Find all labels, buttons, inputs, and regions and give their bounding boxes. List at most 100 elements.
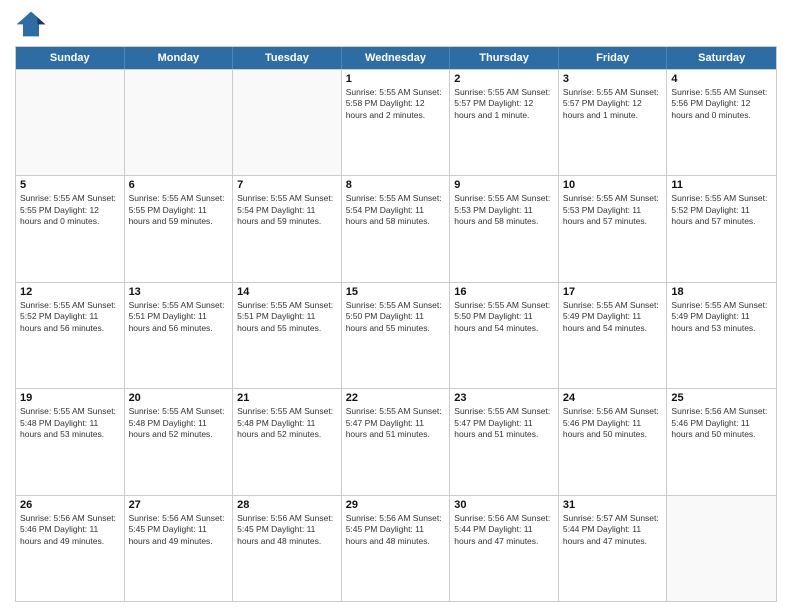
calendar-cell: 14 Sunrise: 5:55 AM Sunset: 5:51 PM Dayli… (233, 283, 342, 388)
cell-info: Sunrise: 5:55 AM Sunset: 5:55 PM Dayligh… (20, 193, 120, 227)
calendar-cell: 3 Sunrise: 5:55 AM Sunset: 5:57 PM Daylig… (559, 70, 668, 175)
cell-info: Sunrise: 5:56 AM Sunset: 5:46 PM Dayligh… (563, 406, 663, 440)
cell-day-number: 14 (237, 286, 337, 298)
cell-info: Sunrise: 5:56 AM Sunset: 5:44 PM Dayligh… (454, 513, 554, 547)
calendar-cell: 11 Sunrise: 5:55 AM Sunset: 5:52 PM Dayli… (667, 176, 776, 281)
cell-info: Sunrise: 5:56 AM Sunset: 5:46 PM Dayligh… (20, 513, 120, 547)
weekday-header: Thursday (450, 47, 559, 69)
calendar-row: 12 Sunrise: 5:55 AM Sunset: 5:52 PM Dayli… (16, 282, 776, 388)
cell-info: Sunrise: 5:55 AM Sunset: 5:52 PM Dayligh… (20, 300, 120, 334)
cell-day-number: 5 (20, 179, 120, 191)
calendar-row: 19 Sunrise: 5:55 AM Sunset: 5:48 PM Dayli… (16, 388, 776, 494)
calendar-cell: 15 Sunrise: 5:55 AM Sunset: 5:50 PM Dayli… (342, 283, 451, 388)
calendar-cell: 12 Sunrise: 5:55 AM Sunset: 5:52 PM Dayli… (16, 283, 125, 388)
calendar-cell: 5 Sunrise: 5:55 AM Sunset: 5:55 PM Daylig… (16, 176, 125, 281)
header (15, 10, 777, 38)
cell-day-number: 1 (346, 73, 446, 85)
calendar-cell: 8 Sunrise: 5:55 AM Sunset: 5:54 PM Daylig… (342, 176, 451, 281)
cell-info: Sunrise: 5:55 AM Sunset: 5:51 PM Dayligh… (237, 300, 337, 334)
cell-day-number: 17 (563, 286, 663, 298)
cell-info: Sunrise: 5:55 AM Sunset: 5:49 PM Dayligh… (671, 300, 772, 334)
cell-info: Sunrise: 5:55 AM Sunset: 5:57 PM Dayligh… (563, 87, 663, 121)
calendar-cell (233, 70, 342, 175)
page: SundayMondayTuesdayWednesdayThursdayFrid… (0, 0, 792, 612)
cell-day-number: 31 (563, 499, 663, 511)
calendar-cell: 30Sunrise: 5:56 AM Sunset: 5:44 PM Dayli… (450, 496, 559, 601)
cell-info: Sunrise: 5:55 AM Sunset: 5:50 PM Dayligh… (346, 300, 446, 334)
cell-day-number: 4 (671, 73, 772, 85)
cell-day-number: 20 (129, 392, 229, 404)
calendar-cell (125, 70, 234, 175)
cell-info: Sunrise: 5:55 AM Sunset: 5:53 PM Dayligh… (454, 193, 554, 227)
cell-info: Sunrise: 5:55 AM Sunset: 5:56 PM Dayligh… (671, 87, 772, 121)
calendar: SundayMondayTuesdayWednesdayThursdayFrid… (15, 46, 777, 602)
cell-info: Sunrise: 5:55 AM Sunset: 5:48 PM Dayligh… (129, 406, 229, 440)
cell-info: Sunrise: 5:55 AM Sunset: 5:52 PM Dayligh… (671, 193, 772, 227)
cell-day-number: 13 (129, 286, 229, 298)
calendar-cell: 26 Sunrise: 5:56 AM Sunset: 5:46 PM Dayli… (16, 496, 125, 601)
weekday-header: Wednesday (342, 47, 451, 69)
cell-info: Sunrise: 5:55 AM Sunset: 5:54 PM Dayligh… (346, 193, 446, 227)
calendar-row: 5 Sunrise: 5:55 AM Sunset: 5:55 PM Daylig… (16, 175, 776, 281)
weekday-header: Sunday (16, 47, 125, 69)
cell-info: Sunrise: 5:55 AM Sunset: 5:53 PM Dayligh… (563, 193, 663, 227)
weekday-header: Monday (125, 47, 234, 69)
calendar-cell: 16Sunrise: 5:55 AM Sunset: 5:50 PM Dayli… (450, 283, 559, 388)
cell-day-number: 10 (563, 179, 663, 191)
cell-day-number: 21 (237, 392, 337, 404)
calendar-cell: 29 Sunrise: 5:56 AM Sunset: 5:45 PM Dayli… (342, 496, 451, 601)
cell-info: Sunrise: 5:55 AM Sunset: 5:48 PM Dayligh… (20, 406, 120, 440)
cell-day-number: 23 (454, 392, 554, 404)
cell-info: Sunrise: 5:55 AM Sunset: 5:48 PM Dayligh… (237, 406, 337, 440)
weekday-header: Tuesday (233, 47, 342, 69)
calendar-cell (16, 70, 125, 175)
cell-day-number: 3 (563, 73, 663, 85)
calendar-cell: 28 Sunrise: 5:56 AM Sunset: 5:45 PM Dayli… (233, 496, 342, 601)
cell-day-number: 24 (563, 392, 663, 404)
cell-info: Sunrise: 5:56 AM Sunset: 5:46 PM Dayligh… (671, 406, 772, 440)
calendar-cell: 1 Sunrise: 5:55 AM Sunset: 5:58 PM Daylig… (342, 70, 451, 175)
calendar-cell: 2Sunrise: 5:55 AM Sunset: 5:57 PM Daylig… (450, 70, 559, 175)
cell-day-number: 11 (671, 179, 772, 191)
calendar-body: 1 Sunrise: 5:55 AM Sunset: 5:58 PM Daylig… (16, 69, 776, 601)
calendar-cell: 20 Sunrise: 5:55 AM Sunset: 5:48 PM Dayli… (125, 389, 234, 494)
cell-info: Sunrise: 5:55 AM Sunset: 5:58 PM Dayligh… (346, 87, 446, 121)
calendar-cell: 17 Sunrise: 5:55 AM Sunset: 5:49 PM Dayli… (559, 283, 668, 388)
calendar-cell: 21 Sunrise: 5:55 AM Sunset: 5:48 PM Dayli… (233, 389, 342, 494)
calendar-cell: 18Sunrise: 5:55 AM Sunset: 5:49 PM Dayli… (667, 283, 776, 388)
cell-day-number: 12 (20, 286, 120, 298)
calendar-cell: 31 Sunrise: 5:57 AM Sunset: 5:44 PM Dayli… (559, 496, 668, 601)
calendar-cell: 7Sunrise: 5:55 AM Sunset: 5:54 PM Daylig… (233, 176, 342, 281)
calendar-cell: 27Sunrise: 5:56 AM Sunset: 5:45 PM Dayli… (125, 496, 234, 601)
cell-day-number: 9 (454, 179, 554, 191)
calendar-cell: 22Sunrise: 5:55 AM Sunset: 5:47 PM Dayli… (342, 389, 451, 494)
cell-info: Sunrise: 5:55 AM Sunset: 5:49 PM Dayligh… (563, 300, 663, 334)
calendar-row: 1 Sunrise: 5:55 AM Sunset: 5:58 PM Daylig… (16, 69, 776, 175)
calendar-cell: 9 Sunrise: 5:55 AM Sunset: 5:53 PM Daylig… (450, 176, 559, 281)
calendar-cell (667, 496, 776, 601)
cell-info: Sunrise: 5:57 AM Sunset: 5:44 PM Dayligh… (563, 513, 663, 547)
cell-info: Sunrise: 5:55 AM Sunset: 5:47 PM Dayligh… (346, 406, 446, 440)
cell-info: Sunrise: 5:55 AM Sunset: 5:51 PM Dayligh… (129, 300, 229, 334)
cell-day-number: 15 (346, 286, 446, 298)
cell-info: Sunrise: 5:55 AM Sunset: 5:50 PM Dayligh… (454, 300, 554, 334)
calendar-cell: 13 Sunrise: 5:55 AM Sunset: 5:51 PM Dayli… (125, 283, 234, 388)
calendar-cell: 10 Sunrise: 5:55 AM Sunset: 5:53 PM Dayli… (559, 176, 668, 281)
cell-day-number: 19 (20, 392, 120, 404)
cell-day-number: 29 (346, 499, 446, 511)
calendar-cell: 6Sunrise: 5:55 AM Sunset: 5:55 PM Daylig… (125, 176, 234, 281)
logo-icon (15, 10, 47, 38)
cell-info: Sunrise: 5:56 AM Sunset: 5:45 PM Dayligh… (237, 513, 337, 547)
cell-day-number: 27 (129, 499, 229, 511)
logo (15, 10, 51, 38)
calendar-cell: 19 Sunrise: 5:55 AM Sunset: 5:48 PM Dayli… (16, 389, 125, 494)
cell-day-number: 8 (346, 179, 446, 191)
cell-day-number: 26 (20, 499, 120, 511)
cell-day-number: 25 (671, 392, 772, 404)
cell-day-number: 6 (129, 179, 229, 191)
cell-day-number: 28 (237, 499, 337, 511)
cell-info: Sunrise: 5:55 AM Sunset: 5:47 PM Dayligh… (454, 406, 554, 440)
calendar-cell: 23 Sunrise: 5:55 AM Sunset: 5:47 PM Dayli… (450, 389, 559, 494)
weekday-header: Friday (559, 47, 668, 69)
cell-info: Sunrise: 5:56 AM Sunset: 5:45 PM Dayligh… (346, 513, 446, 547)
